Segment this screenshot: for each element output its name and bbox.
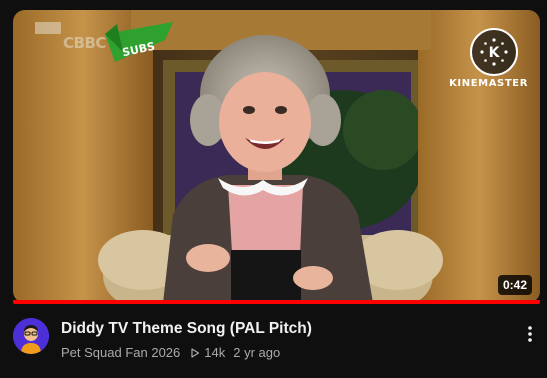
video-title[interactable]: Diddy TV Theme Song (PAL Pitch)	[61, 320, 312, 338]
upload-age: 2 yr ago	[233, 345, 281, 360]
watch-progress-fill	[13, 300, 540, 304]
video-metadata: Pet Squad Fan 2026 14k 2 yr ago	[61, 345, 280, 360]
view-count: 14k	[190, 345, 225, 360]
kinemaster-watermark-text: KINEMASTER	[449, 78, 528, 89]
vertical-dots-icon	[528, 326, 532, 342]
thumbnail-image	[13, 10, 540, 303]
channel-avatar[interactable]	[13, 318, 49, 354]
channel-name[interactable]: Pet Squad Fan 2026	[61, 345, 180, 360]
kinemaster-logo-icon: K	[470, 28, 518, 76]
view-count-value: 14k	[204, 345, 226, 360]
video-thumbnail[interactable]: CBBC SUBS K KINEMASTER 0:42	[13, 10, 540, 303]
watch-progress-bar	[13, 300, 540, 304]
video-card[interactable]: CBBC SUBS K KINEMASTER 0:42 Diddy TV The…	[0, 0, 547, 378]
duration-badge: 0:42	[497, 275, 532, 295]
channel-watermark-logo: CBBC	[63, 34, 106, 52]
avatar-image	[13, 318, 49, 354]
play-outline-icon	[191, 347, 200, 358]
kinemaster-badge-letter: K	[489, 45, 501, 61]
more-options-button[interactable]	[521, 320, 539, 348]
